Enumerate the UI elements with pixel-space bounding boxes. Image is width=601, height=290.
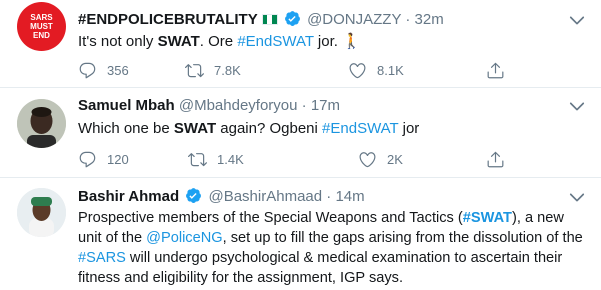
retweet-button[interactable]: 1.4K (188, 147, 244, 171)
nigeria-flag-icon (261, 14, 278, 25)
separator-dot: · (301, 97, 307, 114)
hashtag-link[interactable]: #SARS (78, 250, 126, 266)
tweet[interactable]: Bashir Ahmad @BashirAhmaad · 14m Prospec… (0, 178, 601, 290)
like-button[interactable]: 2K (358, 147, 403, 171)
text-segment: will undergo psychological & medical exa… (78, 250, 563, 286)
hashtag-link[interactable]: #EndSWAT (237, 33, 313, 50)
tweet-text: Which one be SWAT again? Ogbeni #EndSWAT… (78, 119, 590, 139)
verified-icon (186, 188, 202, 203)
hashtag-link[interactable]: #SWAT (463, 210, 512, 226)
chevron-down-icon[interactable] (567, 10, 587, 30)
tweet[interactable]: Samuel Mbah @Mbahdeyforyou · 17m Which o… (0, 88, 601, 178)
retweet-button[interactable]: 7.8K (185, 58, 241, 82)
like-count: 8.1K (377, 62, 404, 78)
retweet-count: 1.4K (217, 151, 244, 167)
share-button[interactable] (486, 147, 515, 171)
reply-icon (79, 151, 96, 167)
user-photo-icon (17, 99, 66, 148)
display-name[interactable]: #ENDPOLICEBRUTALITY (78, 11, 258, 28)
text-segment: . Ore (199, 33, 238, 50)
retweet-icon (185, 63, 204, 77)
display-name[interactable]: Bashir Ahmad (78, 188, 179, 205)
bold-segment: SWAT (173, 120, 217, 137)
mention-link[interactable]: @PoliceNG (146, 230, 222, 246)
tweet-text: It's not only SWAT. Ore #EndSWAT jor. 🚶 (78, 32, 590, 52)
timestamp[interactable]: 14m (335, 188, 364, 205)
chevron-down-icon[interactable] (567, 187, 587, 207)
walking-emoji: 🚶 (342, 33, 361, 50)
handle[interactable]: @Mbahdeyforyou (179, 97, 298, 114)
display-name[interactable]: Samuel Mbah (78, 97, 175, 114)
tweet-text: Prospective members of the Special Weapo… (78, 208, 590, 288)
tweet-header: Samuel Mbah @Mbahdeyforyou · 17m (78, 96, 340, 116)
separator-dot: · (326, 188, 332, 205)
text-segment: jor (398, 120, 420, 137)
like-icon (349, 62, 366, 78)
reply-button[interactable]: 356 (78, 58, 129, 82)
share-button[interactable] (486, 58, 515, 82)
handle[interactable]: @DONJAZZY (307, 11, 401, 28)
text-segment: Which one be (78, 120, 174, 137)
bold-segment: SWAT (157, 33, 200, 50)
timestamp[interactable]: 32m (415, 11, 444, 28)
share-icon (487, 62, 504, 78)
reply-button[interactable]: 120 (78, 147, 129, 171)
text-segment: It's not only (78, 33, 158, 50)
avatar-text: SARS MUST END (30, 13, 53, 40)
tweet-actions: 356 7.8K 8.1K (78, 58, 508, 82)
text-segment: , set up to fill the gaps arising from t… (222, 230, 583, 246)
like-count: 2K (387, 151, 403, 167)
avatar[interactable] (17, 99, 66, 148)
reply-count: 356 (107, 62, 129, 78)
retweet-count: 7.8K (214, 62, 241, 78)
reply-count: 120 (107, 151, 129, 167)
retweet-icon (188, 152, 207, 166)
reply-icon (79, 62, 96, 78)
avatar[interactable]: SARS MUST END (17, 2, 66, 51)
tweet-header: Bashir Ahmad @BashirAhmaad · 14m (78, 187, 365, 207)
user-photo-icon (17, 188, 66, 237)
text-segment: again? Ogbeni (216, 120, 323, 137)
chevron-down-icon[interactable] (567, 96, 587, 116)
like-button[interactable]: 8.1K (348, 58, 404, 82)
tweet[interactable]: SARS MUST END #ENDPOLICEBRUTALITY @DONJA… (0, 0, 601, 88)
handle[interactable]: @BashirAhmaad (208, 188, 322, 205)
verified-icon (284, 11, 300, 26)
text-segment: Prospective members of the Special Weapo… (78, 210, 463, 226)
tweet-actions: 120 1.4K 2K (78, 147, 508, 171)
timestamp[interactable]: 17m (311, 97, 340, 114)
share-icon (487, 151, 504, 167)
text-segment: jor. (313, 33, 343, 50)
avatar[interactable] (17, 188, 66, 237)
separator-dot: · (405, 11, 411, 28)
like-icon (359, 151, 376, 167)
hashtag-link[interactable]: #EndSWAT (322, 120, 398, 137)
tweet-header: #ENDPOLICEBRUTALITY @DONJAZZY · 32m (78, 10, 444, 30)
